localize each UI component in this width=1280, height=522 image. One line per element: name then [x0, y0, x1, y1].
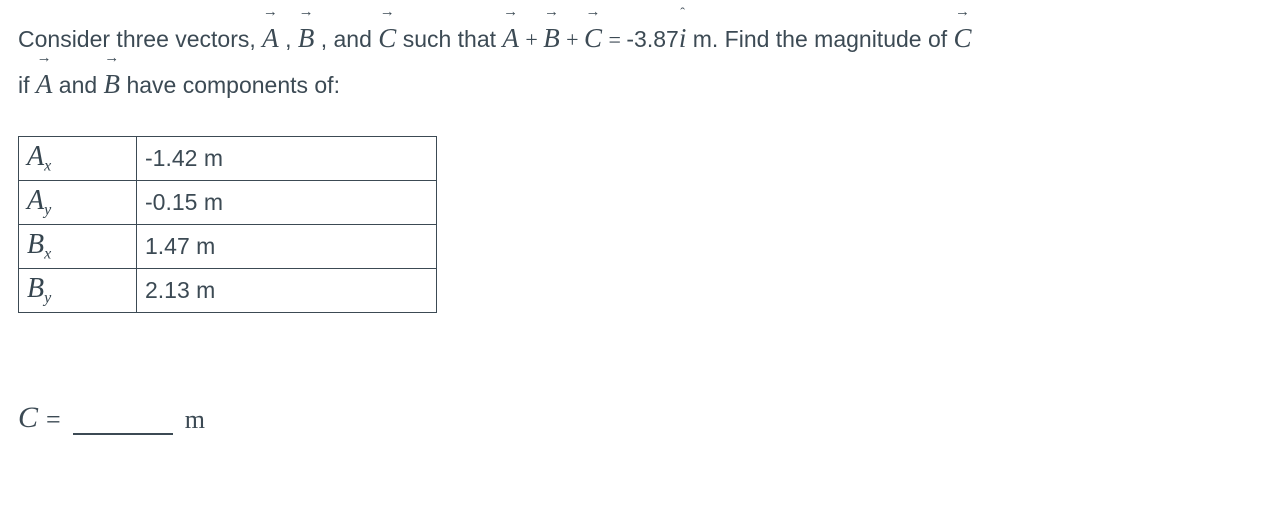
plus1: + [525, 27, 543, 52]
table-row: Ax -1.42 m [19, 136, 437, 180]
cell-label: Ax [19, 136, 137, 180]
equals-sign: = [608, 27, 626, 52]
text-intro1: Consider three vectors, [18, 26, 262, 52]
answer-line: C = m [18, 401, 1262, 435]
unit-text1: m. Find the magnitude of [693, 26, 954, 52]
i-hat: ˆi [679, 16, 687, 62]
cell-value: -1.42 m [137, 136, 437, 180]
text-sep1: , [285, 26, 298, 52]
vector-B-eq: →B [543, 16, 560, 62]
vector-C2: →C [954, 16, 972, 62]
answer-C: C [18, 401, 38, 435]
vector-A-eq: →A [502, 16, 519, 62]
problem-statement: Consider three vectors, →A , →B , and →C… [18, 16, 1262, 108]
vector-C-eq: →C [584, 16, 602, 62]
answer-equals: = [46, 405, 61, 435]
text-sep2: , and [321, 26, 379, 52]
cell-value: -0.15 m [137, 180, 437, 224]
vector-A2: →A [36, 62, 53, 108]
text-intro2: such that [403, 26, 503, 52]
table-row: Ay -0.15 m [19, 180, 437, 224]
cell-value: 2.13 m [137, 268, 437, 312]
cell-label: By [19, 268, 137, 312]
rhs-value: -3.87 [626, 26, 678, 52]
plus2: + [566, 27, 584, 52]
line2a: if [18, 72, 36, 98]
vector-A: →A [262, 16, 279, 62]
vector-B: →B [298, 16, 315, 62]
cell-label: Bx [19, 224, 137, 268]
answer-unit: m [185, 405, 205, 435]
table-row: By 2.13 m [19, 268, 437, 312]
vector-C: →C [378, 16, 396, 62]
vector-B2: →B [104, 62, 121, 108]
line2c: have components of: [126, 72, 340, 98]
cell-label: Ay [19, 180, 137, 224]
line2b: and [59, 72, 104, 98]
problem-container: Consider three vectors, →A , →B , and →C… [0, 0, 1280, 451]
components-table: Ax -1.42 m Ay -0.15 m Bx 1.47 m By 2.13 … [18, 136, 437, 313]
cell-value: 1.47 m [137, 224, 437, 268]
table-row: Bx 1.47 m [19, 224, 437, 268]
answer-blank[interactable] [73, 409, 173, 435]
